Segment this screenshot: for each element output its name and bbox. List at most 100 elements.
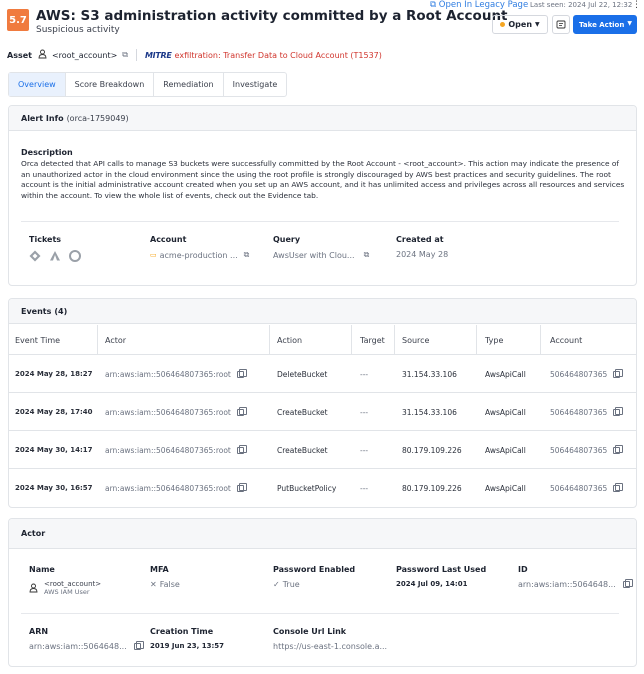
tickets-field: Tickets [29,235,81,262]
query-label: Query [273,235,301,244]
external-link-icon[interactable]: ⧉ [122,50,128,60]
divider [21,221,619,222]
divider [136,49,138,61]
console-url-field: Console Url Link https://us-east-1.conso… [273,627,387,651]
status-dot-icon [500,22,506,27]
copy-icon[interactable] [236,482,247,492]
source-cell: 80.179.109.226 [402,445,462,455]
alert-info-title: Alert Info [21,113,64,123]
creation-time-value: 2019 Jun 23, 13:57 [150,642,225,650]
take-action-button[interactable]: Take Action ▼ [573,15,637,34]
account-value: 506464807365 [550,407,608,417]
table-row[interactable]: 2024 May 30, 14:17 arn:aws:iam::50646480… [9,431,636,469]
name-label: Name [29,565,55,574]
action-cell: CreateBucket [277,445,328,455]
jira-icon[interactable] [29,250,41,262]
password-last-used-field: Password Last Used 2024 Jul 09, 14:01 [396,565,486,588]
copy-icon[interactable] [613,406,624,416]
console-url-value[interactable]: https://us-east-1.console.a... [273,642,387,651]
arn-label: ARN [29,627,49,636]
password-enabled-value: True [282,580,300,589]
events-card: Events (4) Event Time Actor Action Targe… [8,298,637,508]
column-header-source[interactable]: Source [402,325,429,355]
description-text: Orca detected that API calls to manage S… [21,159,625,200]
actor-cell: arn:aws:iam::506464807365:root [105,355,247,393]
column-header-event-time[interactable]: Event Time [15,325,60,355]
actor-cell: arn:aws:iam::506464807365:root [105,393,247,431]
tab-score-breakdown[interactable]: Score Breakdown [66,73,155,96]
check-icon: ✓ [273,580,280,589]
column-header-type[interactable]: Type [485,325,503,355]
account-label: Account [150,235,187,244]
creation-time-field: Creation Time 2019 Jun 23, 13:57 [150,627,224,650]
alert-info-card: Alert Info (orca-1759049) Description Or… [8,105,637,286]
alert-info-header: Alert Info (orca-1759049) [9,106,636,131]
id-field: ID arn:aws:iam::5064648... [518,565,633,589]
more-options-icon[interactable]: ⋮ [632,0,641,10]
servicenow-icon[interactable] [69,250,81,262]
divider [476,325,477,355]
account-value: 506464807365 [550,483,608,493]
description-title: Description [21,148,73,157]
atlassian-icon[interactable] [49,250,61,262]
copy-icon[interactable] [236,444,247,454]
copy-icon[interactable] [236,406,247,416]
aws-icon: ▭ [150,251,157,259]
copy-icon[interactable] [133,641,144,650]
status-label: Open [508,20,533,29]
column-header-account[interactable]: Account [550,325,582,355]
x-icon: ✕ [150,580,157,589]
mitre-technique-link[interactable]: exfiltration: Transfer Data to Cloud Acc… [175,51,382,60]
column-header-target[interactable]: Target [360,325,385,355]
tab-remediation[interactable]: Remediation [154,73,224,96]
events-header: Events (4) [9,299,636,324]
table-row[interactable]: 2024 May 28, 18:27 arn:aws:iam::50646480… [9,355,636,393]
actor-name-value[interactable]: <root_account> [44,580,101,588]
type-cell: AwsApiCall [485,445,526,455]
column-header-action[interactable]: Action [277,325,302,355]
source-cell: 31.154.33.106 [402,369,457,379]
mitre-logo: MITRE [145,50,172,60]
asset-row: Asset <root_account> ⧉ MITRE exfiltratio… [7,48,382,62]
copy-icon[interactable] [236,368,247,378]
tab-bar: Overview Score Breakdown Remediation Inv… [8,72,288,97]
target-cell: --- [360,445,369,455]
events-table-header: Event Time Actor Action Target Source Ty… [9,325,636,355]
chevron-down-icon: ▼ [627,20,632,27]
type-cell: AwsApiCall [485,483,526,493]
account-cell: 506464807365 [550,355,624,393]
query-value[interactable]: AwsUser with Clou... [273,251,355,260]
name-field: Name <root_account> AWS IAM User [29,565,101,596]
target-cell: --- [360,483,369,493]
divider [394,325,395,355]
tab-overview[interactable]: Overview [9,73,66,96]
password-enabled-field: Password Enabled ✓ True [273,565,355,589]
external-link-icon: ⧉ [430,0,437,10]
status-dropdown[interactable]: Open ▼ [492,15,548,34]
table-row[interactable]: 2024 May 28, 17:40 arn:aws:iam::50646480… [9,393,636,431]
table-row[interactable]: 2024 May 30, 16:57 arn:aws:iam::50646480… [9,469,636,507]
mfa-value: False [159,580,180,589]
alert-id: (orca-1759049) [66,113,129,123]
account-cell: 506464807365 [550,393,624,431]
divider [540,325,541,355]
account-value[interactable]: acme-production ... [160,251,238,260]
type-cell: AwsApiCall [485,369,526,379]
column-header-actor[interactable]: Actor [105,325,126,355]
external-link-icon[interactable]: ⧉ [244,250,250,260]
external-link-icon[interactable]: ⧉ [364,250,370,260]
comment-button[interactable] [552,15,570,34]
mfa-label: MFA [150,565,169,574]
actor-card: Actor Name <root_account> AWS IAM User M… [8,518,637,667]
open-legacy-page-link[interactable]: ⧉ Open In Legacy Page [430,0,528,10]
chevron-down-icon: ▼ [535,21,540,28]
creation-time-label: Creation Time [150,627,214,636]
copy-icon[interactable] [613,444,624,454]
copy-icon[interactable] [613,482,624,492]
events-count: (4) [54,306,68,316]
asset-link[interactable]: <root_account> [52,51,117,60]
tab-investigate[interactable]: Investigate [224,73,287,96]
copy-icon[interactable] [622,579,633,588]
copy-icon[interactable] [613,368,624,378]
user-icon [38,49,47,61]
